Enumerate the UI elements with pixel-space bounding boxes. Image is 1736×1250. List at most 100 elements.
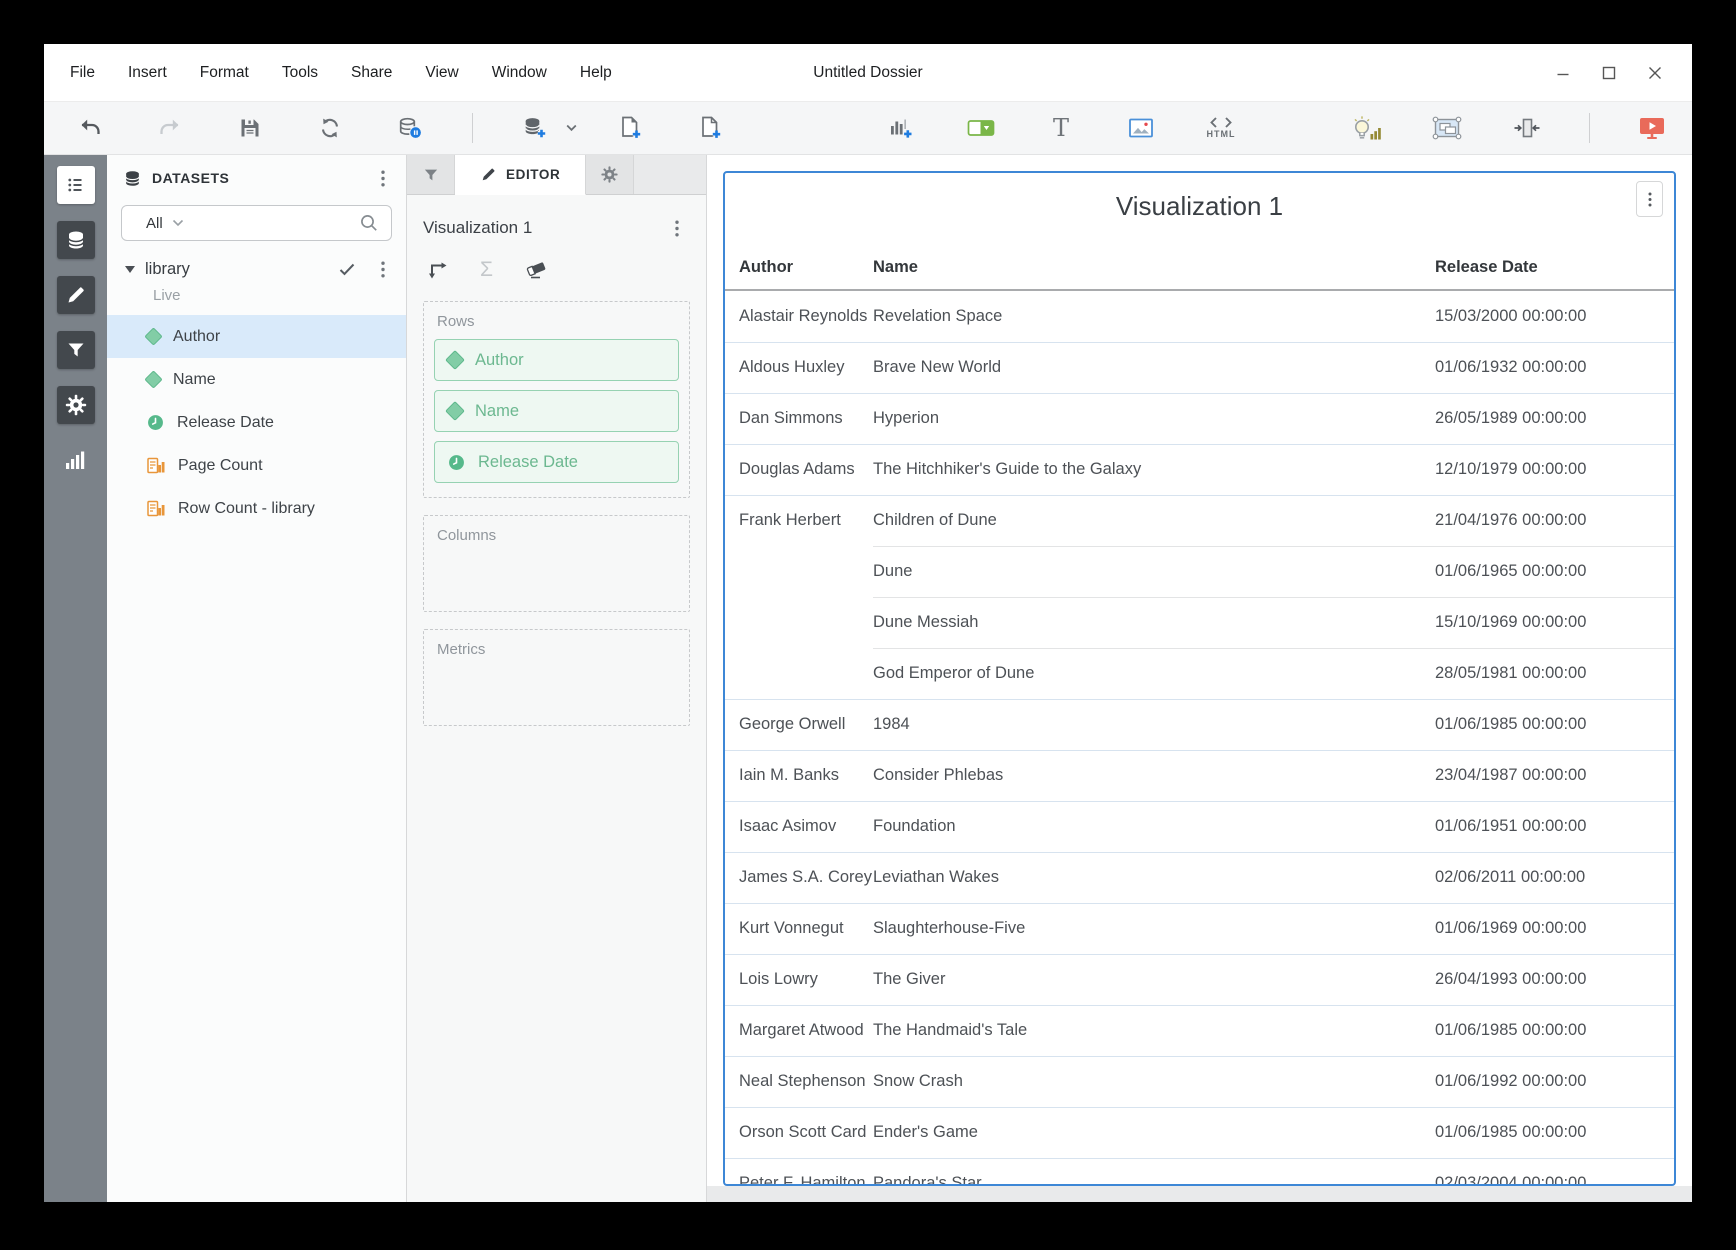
add-html-icon[interactable]: HTML — [1203, 110, 1239, 146]
dataset-item-author[interactable]: Author — [107, 315, 406, 358]
cell-release-date[interactable]: 26/04/1993 00:00:00 — [1435, 970, 1674, 989]
cell-name[interactable]: Children of Dune — [873, 511, 1435, 530]
edit-icon[interactable] — [57, 276, 95, 314]
tab-filter[interactable] — [407, 155, 455, 194]
cell-name[interactable]: The Giver — [873, 970, 1435, 989]
rows-pill-release-date[interactable]: Release Date — [434, 441, 679, 483]
column-header-author[interactable]: Author — [739, 258, 873, 277]
new-page-icon[interactable] — [693, 110, 729, 146]
cell-author[interactable]: Frank Herbert — [739, 511, 873, 530]
cell-release-date[interactable]: 28/05/1981 00:00:00 — [1435, 664, 1674, 683]
eraser-icon[interactable] — [524, 258, 548, 280]
cell-release-date[interactable]: 23/04/1987 00:00:00 — [1435, 766, 1674, 785]
dataset-library-row[interactable]: library — [107, 251, 406, 287]
cell-release-date[interactable]: 02/03/2004 00:00:00 — [1435, 1174, 1674, 1186]
visualization-kebab-button[interactable] — [1636, 181, 1663, 217]
tab-editor[interactable]: EDITOR — [455, 155, 586, 195]
cell-author[interactable]: George Orwell — [739, 715, 873, 734]
cell-name[interactable]: Brave New World — [873, 358, 1435, 377]
cell-release-date[interactable]: 01/06/1951 00:00:00 — [1435, 817, 1674, 836]
cell-release-date[interactable]: 01/06/1985 00:00:00 — [1435, 1123, 1674, 1142]
dataset-item-row-count-library[interactable]: Row Count - library — [107, 487, 406, 530]
dataset-search-input[interactable]: All — [121, 205, 392, 241]
datasets-icon[interactable] — [57, 221, 95, 259]
pause-dataset-icon[interactable] — [392, 110, 428, 146]
cell-author[interactable]: Lois Lowry — [739, 970, 873, 989]
insights-icon[interactable] — [1349, 110, 1385, 146]
cell-name[interactable]: Hyperion — [873, 409, 1435, 428]
cell-author[interactable]: Iain M. Banks — [739, 766, 873, 785]
cell-release-date[interactable]: 01/06/1969 00:00:00 — [1435, 919, 1674, 938]
cell-author[interactable]: Orson Scott Card — [739, 1123, 873, 1142]
maximize-icon[interactable] — [1586, 53, 1632, 93]
rows-dropzone[interactable]: Rows AuthorNameRelease Date — [423, 301, 690, 498]
menu-help[interactable]: Help — [580, 64, 612, 82]
cell-author[interactable]: Neal Stephenson — [739, 1072, 873, 1091]
column-header-release-date[interactable]: Release Date — [1435, 258, 1674, 277]
columns-dropzone[interactable]: Columns — [423, 515, 690, 612]
cell-name[interactable]: Foundation — [873, 817, 1435, 836]
rows-pill-name[interactable]: Name — [434, 390, 679, 432]
cell-release-date[interactable]: 12/10/1979 00:00:00 — [1435, 460, 1674, 479]
metrics-dropzone[interactable]: Metrics — [423, 629, 690, 726]
undo-icon[interactable] — [72, 110, 108, 146]
datasets-menu-icon[interactable] — [370, 165, 396, 191]
cell-name[interactable]: The Handmaid's Tale — [873, 1021, 1435, 1040]
cell-release-date[interactable]: 21/04/1976 00:00:00 — [1435, 511, 1674, 530]
filter-icon[interactable] — [57, 331, 95, 369]
cell-release-date[interactable]: 01/06/1965 00:00:00 — [1435, 562, 1674, 581]
save-icon[interactable] — [232, 110, 268, 146]
cell-author[interactable]: Aldous Huxley — [739, 358, 873, 377]
cell-release-date[interactable]: 26/05/1989 00:00:00 — [1435, 409, 1674, 428]
dataset-item-release-date[interactable]: Release Date — [107, 401, 406, 444]
add-data-icon[interactable] — [517, 110, 553, 146]
new-chapter-icon[interactable] — [613, 110, 649, 146]
rows-pill-author[interactable]: Author — [434, 339, 679, 381]
cell-name[interactable]: Consider Phlebas — [873, 766, 1435, 785]
cell-author[interactable]: Douglas Adams — [739, 460, 873, 479]
collapse-panels-icon[interactable] — [1509, 110, 1545, 146]
cell-name[interactable]: Leviathan Wakes — [873, 868, 1435, 887]
collapse-caret-icon[interactable] — [125, 266, 135, 273]
add-selector-icon[interactable] — [963, 110, 999, 146]
dataset-menu-icon[interactable] — [370, 256, 396, 282]
cell-author[interactable]: James S.A. Corey — [739, 868, 873, 887]
cell-author[interactable]: Margaret Atwood — [739, 1021, 873, 1040]
cell-name[interactable]: Dune Messiah — [873, 613, 1435, 632]
cell-release-date[interactable]: 15/10/1969 00:00:00 — [1435, 613, 1674, 632]
swap-axes-icon[interactable] — [425, 258, 449, 280]
cell-release-date[interactable]: 01/06/1992 00:00:00 — [1435, 1072, 1674, 1091]
cell-name[interactable]: Pandora's Star — [873, 1174, 1435, 1186]
cell-author[interactable]: Peter F. Hamilton — [739, 1174, 873, 1186]
menu-share[interactable]: Share — [351, 64, 392, 82]
refresh-icon[interactable] — [312, 110, 348, 146]
dataset-filter-dropdown[interactable]: All — [146, 215, 163, 232]
add-visualization-icon[interactable] — [883, 110, 919, 146]
cell-release-date[interactable]: 15/03/2000 00:00:00 — [1435, 307, 1674, 326]
contents-icon[interactable] — [57, 166, 95, 204]
free-form-layout-icon[interactable] — [1429, 110, 1465, 146]
cell-author[interactable]: Dan Simmons — [739, 409, 873, 428]
close-icon[interactable] — [1632, 53, 1678, 93]
menu-tools[interactable]: Tools — [282, 64, 318, 82]
minimize-icon[interactable] — [1540, 53, 1586, 93]
menu-window[interactable]: Window — [492, 64, 547, 82]
add-data-dropdown-icon[interactable] — [563, 110, 579, 146]
column-header-name[interactable]: Name — [873, 258, 1435, 277]
cell-name[interactable]: Revelation Space — [873, 307, 1435, 326]
cell-release-date[interactable]: 01/06/1985 00:00:00 — [1435, 1021, 1674, 1040]
cell-name[interactable]: God Emperor of Dune — [873, 664, 1435, 683]
tab-settings[interactable] — [586, 155, 634, 194]
cell-release-date[interactable]: 02/06/2011 00:00:00 — [1435, 868, 1674, 887]
cell-name[interactable]: Snow Crash — [873, 1072, 1435, 1091]
menu-format[interactable]: Format — [200, 64, 249, 82]
add-text-icon[interactable]: T — [1043, 110, 1079, 146]
dataset-item-name[interactable]: Name — [107, 358, 406, 401]
cell-author[interactable]: Alastair Reynolds — [739, 307, 873, 326]
cell-release-date[interactable]: 01/06/1985 00:00:00 — [1435, 715, 1674, 734]
cell-author[interactable]: Isaac Asimov — [739, 817, 873, 836]
menu-file[interactable]: File — [70, 64, 95, 82]
redo-icon[interactable] — [152, 110, 188, 146]
cell-name[interactable]: Slaughterhouse-Five — [873, 919, 1435, 938]
cell-name[interactable]: Dune — [873, 562, 1435, 581]
